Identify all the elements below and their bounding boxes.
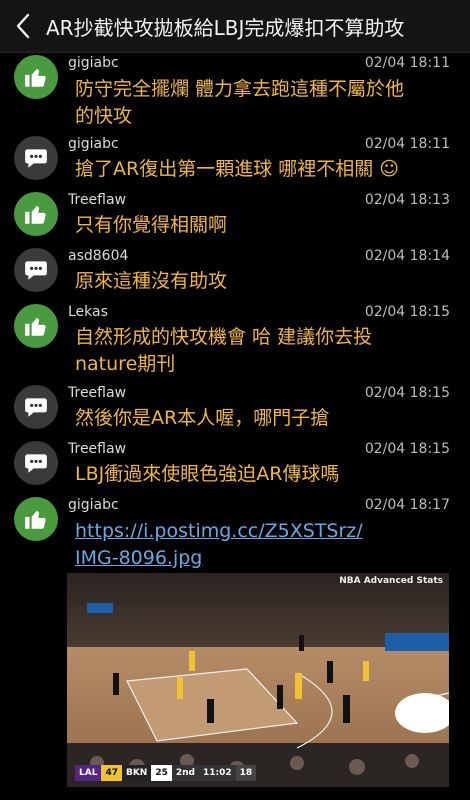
comment-username[interactable]: asd8604	[68, 248, 128, 264]
push-avatar	[14, 192, 58, 236]
reply-avatar	[14, 385, 58, 429]
thumbs-up-icon	[25, 317, 46, 336]
top-bar: AR抄截快攻拋板給LBJ完成爆扣不算助攻	[0, 0, 470, 53]
image-link[interactable]: https://i.postimg.cc/Z5XSTSrz/ IMG-8096.…	[75, 518, 450, 572]
comment-text: 原來這種沒有助攻	[75, 270, 228, 292]
reply-avatar	[14, 136, 58, 180]
thumbs-up-icon	[25, 68, 46, 87]
push-avatar	[14, 497, 58, 541]
reply-avatar	[14, 441, 58, 485]
team2-score: 25	[151, 765, 172, 781]
embedded-image-preview[interactable]: NBA Advanced Stats LAL 47 BKN 25 2nd 11:…	[67, 573, 449, 787]
team1-score: 47	[101, 765, 122, 781]
comment-username[interactable]: Lekas	[68, 304, 108, 320]
comment-time: 02/04 18:15	[364, 385, 450, 401]
shot-clock: 18	[235, 765, 257, 781]
comment-time: 02/04 18:15	[364, 304, 450, 320]
game-period: 2nd	[171, 765, 199, 781]
comment-time: 02/04 18:11	[364, 55, 450, 71]
comment-username[interactable]: Treeflaw	[68, 192, 126, 208]
comment-time: 02/04 18:15	[364, 441, 450, 457]
comment-text: LBJ衝過來使眼色強迫AR傳球嗎	[75, 463, 340, 485]
back-button[interactable]	[0, 0, 46, 52]
comment-text: 防守完全擺爛 體力拿去跑這種不屬於他 的快攻	[75, 78, 405, 127]
comment-text: 自然形成的快攻機會 哈 建議你去投 nature期刊	[75, 326, 373, 375]
game-clock: 11:02	[199, 765, 236, 781]
speech-bubble-icon	[25, 398, 47, 417]
comment-username[interactable]: gigiabc	[68, 55, 119, 71]
thumbs-up-icon	[25, 205, 46, 224]
speech-bubble-icon	[25, 261, 47, 280]
comment-text: 只有你覺得相關啊	[75, 214, 228, 236]
scoreboard: LAL 47 BKN 25 2nd 11:02 18	[75, 765, 257, 781]
push-avatar	[14, 55, 58, 99]
reply-avatar	[14, 248, 58, 292]
comment-time: 02/04 18:13	[364, 192, 450, 208]
chevron-left-icon	[16, 13, 30, 39]
comment-time: 02/04 18:17	[364, 497, 450, 513]
court-scene	[67, 573, 449, 787]
comment-time: 02/04 18:14	[364, 248, 450, 264]
comment-time: 02/04 18:11	[364, 136, 450, 152]
comment-username[interactable]: Treeflaw	[68, 385, 126, 401]
comment-username[interactable]: gigiabc	[68, 497, 119, 513]
video-watermark: NBA Advanced Stats	[339, 576, 443, 586]
thumbs-up-icon	[25, 510, 46, 529]
comment-text: 然後你是AR本人喔，哪門子搶	[75, 407, 330, 429]
team2-name: BKN	[121, 765, 152, 781]
comment-text: 搶了AR復出第一顆進球 哪裡不相關 ☺	[75, 158, 400, 180]
push-avatar	[14, 304, 58, 348]
speech-bubble-icon	[25, 149, 47, 168]
speech-bubble-icon	[25, 454, 47, 473]
comment-username[interactable]: Treeflaw	[68, 441, 126, 457]
comment-username[interactable]: gigiabc	[68, 136, 119, 152]
page-title: AR抄截快攻拋板給LBJ完成爆扣不算助攻	[46, 15, 405, 40]
team1-name: LAL	[75, 765, 102, 781]
